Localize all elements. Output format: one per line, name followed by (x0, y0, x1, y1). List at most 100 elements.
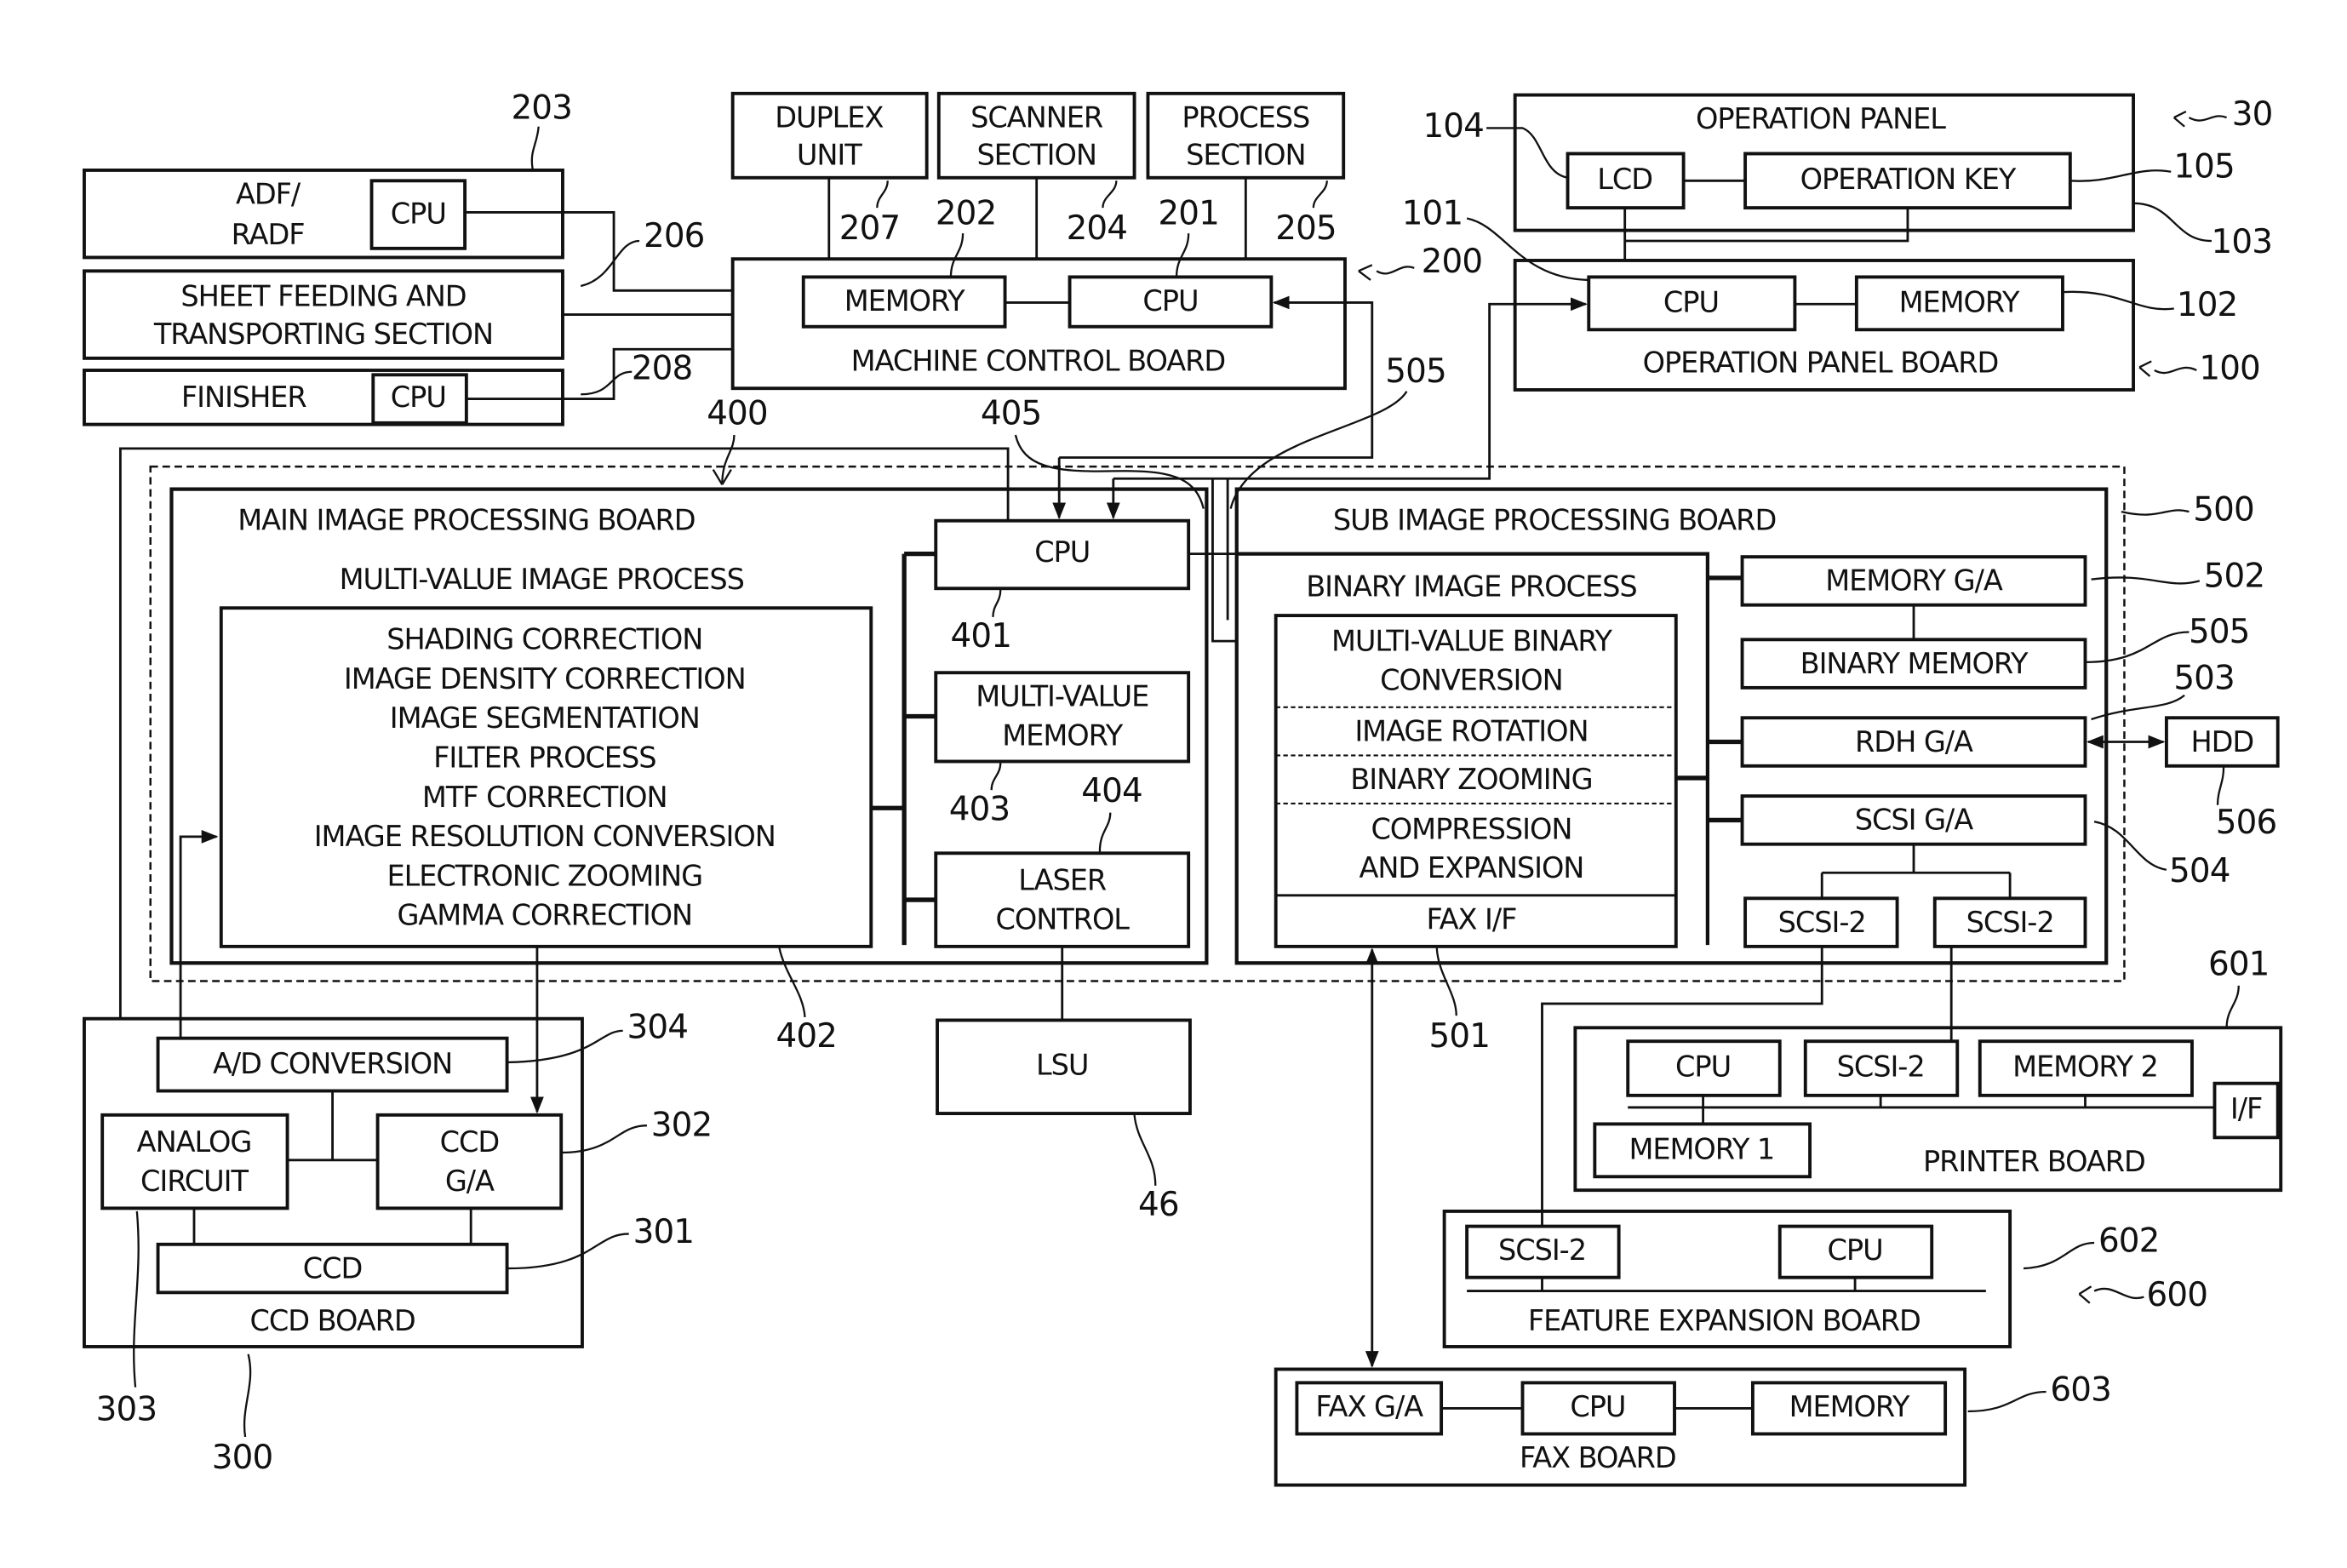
printer-if-label: I/F (2230, 1092, 2262, 1125)
binary-process-title: BINARY IMAGE PROCESS (1306, 570, 1636, 604)
sheet-label-2: TRANSPORTING SECTION (153, 318, 493, 351)
fax-cpu-label: CPU (1570, 1390, 1625, 1423)
feature-cpu-label: CPU (1828, 1233, 1883, 1267)
ref-103: 103 (2212, 223, 2273, 261)
laser-label-1: LASER (1018, 863, 1107, 896)
fax-board-label: FAX BOARD (1520, 1441, 1676, 1474)
main-image-processing-board: MAIN IMAGE PROCESSING BOARD MULTI-VALUE … (169, 487, 1209, 965)
scsi2-a-label: SCSI-2 (1778, 906, 1866, 939)
ref-600: 600 (2147, 1276, 2208, 1314)
mv-memory-label-1: MULTI-VALUE (976, 680, 1148, 713)
ref-403: 403 (949, 790, 1010, 828)
ccd-board-label: CCD BOARD (249, 1304, 415, 1337)
opb-memory-label: MEMORY (1899, 286, 2020, 319)
mv-memory-label-2: MEMORY (1002, 719, 1123, 753)
binary-memory-label: BINARY MEMORY (1800, 647, 2029, 680)
ref-200: 200 (1422, 243, 1483, 281)
scsi-ga-label: SCSI G/A (1855, 804, 1974, 837)
ref-105: 105 (2173, 148, 2235, 186)
adf-radf-unit: ADF/ RADF CPU 203 (83, 89, 573, 260)
printer-memory2-label: MEMORY 2 (2012, 1050, 2158, 1084)
ref-506: 506 (2216, 804, 2277, 842)
finisher-cpu-label: CPU (391, 381, 446, 414)
ref-401: 401 (951, 617, 1012, 655)
ref-601: 601 (2208, 945, 2270, 983)
ref-504: 504 (2169, 852, 2230, 890)
ref-301: 301 (633, 1213, 695, 1251)
multi-value-process-item: IMAGE DENSITY CORRECTION (344, 662, 746, 695)
ref-30: 30 (2232, 95, 2273, 134)
ref-302: 302 (651, 1106, 713, 1144)
printer-memory1-label: MEMORY 1 (1629, 1133, 1774, 1166)
ccd-sensor-label: CCD (303, 1251, 363, 1285)
binary-section-2: IMAGE ROTATION (1354, 714, 1588, 747)
adf-label-1: ADF/ (236, 177, 301, 210)
duplex-label-1: DUPLEX (775, 100, 883, 134)
multi-value-process-title: MULTI-VALUE IMAGE PROCESS (340, 563, 744, 596)
ref-202: 202 (936, 194, 997, 232)
binary-section-4-line-1: COMPRESSION (1371, 812, 1571, 845)
ref-503: 503 (2173, 660, 2235, 698)
ref-501: 501 (1429, 1017, 1491, 1056)
hdd-unit: HDD 506 (2164, 716, 2280, 842)
ref-102: 102 (2177, 286, 2238, 324)
fax-memory-label: MEMORY (1789, 1390, 1910, 1423)
ref-602: 602 (2098, 1222, 2160, 1261)
multi-value-process-item: FILTER PROCESS (433, 741, 655, 775)
binary-section-1-line-2: CONVERSION (1380, 663, 1563, 696)
multi-value-process-item: SHADING CORRECTION (386, 623, 702, 656)
ref-300: 300 (212, 1439, 273, 1477)
adf-label-2: RADF (232, 218, 305, 251)
feature-board-label: FEATURE EXPANSION BOARD (1528, 1304, 1921, 1337)
multi-value-process-item: IMAGE SEGMENTATION (390, 701, 700, 735)
ref-505-binary-memory: 505 (2189, 613, 2250, 651)
printer-cpu-label: CPU (1675, 1050, 1731, 1084)
ref-402: 402 (776, 1017, 837, 1056)
ccd-ga-label-2: G/A (445, 1165, 495, 1198)
mcb-cpu-label: CPU (1142, 284, 1198, 318)
rdh-ga-label: RDH G/A (1855, 725, 1973, 758)
ref-104: 104 (1423, 107, 1484, 146)
ref-204: 204 (1067, 209, 1128, 248)
ref-500: 500 (2193, 491, 2254, 529)
ccd-ga-label-1: CCD (440, 1125, 500, 1159)
ref-404: 404 (1081, 772, 1142, 810)
multi-value-process-item: MTF CORRECTION (422, 781, 667, 814)
hdd-label: HDD (2190, 725, 2253, 758)
mcb-label: MACHINE CONTROL BOARD (851, 345, 1226, 378)
lcd-label: LCD (1597, 163, 1652, 196)
sub-image-processing-board: SUB IMAGE PROCESSING BOARD BINARY IMAGE … (1234, 487, 2109, 965)
feature-scsi2-label: SCSI-2 (1498, 1233, 1586, 1267)
ref-201: 201 (1158, 194, 1219, 232)
operation-key-label: OPERATION KEY (1800, 163, 2017, 196)
sub-board-label: SUB IMAGE PROCESSING BOARD (1333, 503, 1776, 536)
feature-expansion-board: SCSI-2 CPU FEATURE EXPANSION BOARD 602 6… (1442, 1209, 2208, 1348)
ref-46: 46 (1138, 1186, 1179, 1224)
fax-if-label: FAX I/F (1426, 902, 1516, 936)
ref-101: 101 (1402, 194, 1463, 232)
ref-303: 303 (96, 1390, 157, 1428)
printer-board-label: PRINTER BOARD (1923, 1145, 2145, 1178)
ref-603: 603 (2050, 1371, 2111, 1409)
scanner-label-1: SCANNER (970, 100, 1103, 134)
ref-206: 206 (644, 217, 705, 255)
adf-cpu-label: CPU (391, 197, 446, 230)
system-block-diagram: ADF/ RADF CPU 203 SHEET FEEDING AND TRAN… (83, 89, 2283, 1487)
multi-value-process-item: ELECTRONIC ZOOMING (386, 859, 702, 892)
scsi2-b-label: SCSI-2 (1966, 906, 2054, 939)
operation-panel: OPERATION PANEL LCD OPERATION KEY 104 10… (1423, 93, 2273, 261)
fax-ga-label: FAX G/A (1315, 1390, 1423, 1423)
fax-board: FAX G/A CPU MEMORY FAX BOARD 603 (1274, 1367, 2112, 1487)
op-panel-label: OPERATION PANEL (1696, 102, 1946, 135)
scanner-label-2: SECTION (976, 139, 1096, 172)
analog-label-1: ANALOG (137, 1125, 252, 1159)
ref-505-link: 505 (1385, 352, 1446, 391)
multi-value-process-item: IMAGE RESOLUTION CONVERSION (314, 820, 776, 853)
ccd-board: A/D CONVERSION ANALOG CIRCUIT CCD G/A CC… (83, 1016, 584, 1348)
memory-ga-label: MEMORY G/A (1825, 564, 2003, 598)
laser-label-2: CONTROL (995, 902, 1130, 936)
multi-value-process-box (219, 606, 873, 948)
ref-207: 207 (839, 209, 901, 248)
ad-conversion-label: A/D CONVERSION (213, 1047, 452, 1080)
finisher-label: FINISHER (181, 381, 307, 414)
